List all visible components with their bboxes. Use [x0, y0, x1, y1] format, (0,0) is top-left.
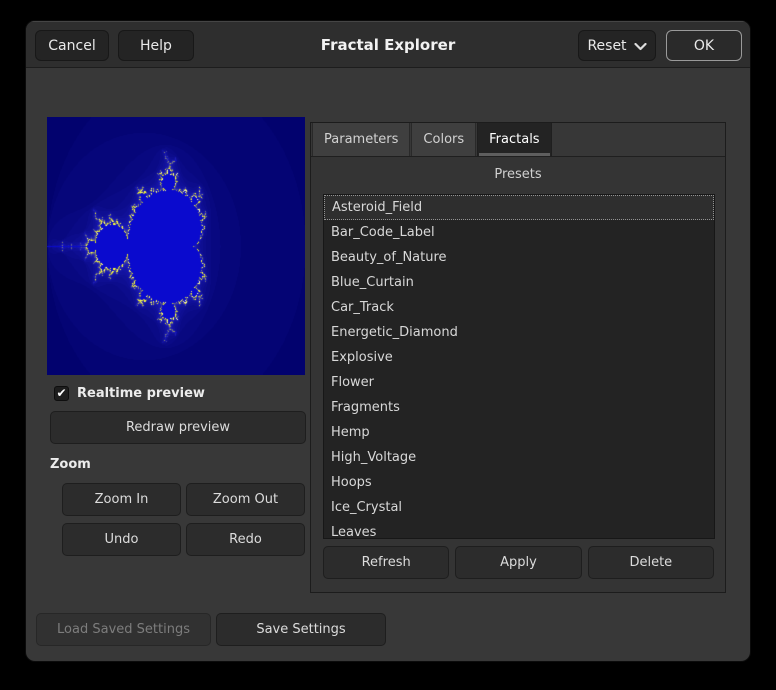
apply-button[interactable]: Apply — [455, 546, 581, 579]
preset-item[interactable]: Hoops — [324, 470, 714, 495]
preset-item[interactable]: Hemp — [324, 420, 714, 445]
preset-list[interactable]: Asteroid_FieldBar_Code_LabelBeauty_of_Na… — [323, 194, 715, 539]
delete-button[interactable]: Delete — [588, 546, 714, 579]
preset-item[interactable]: Bar_Code_Label — [324, 220, 714, 245]
redraw-preview-button[interactable]: Redraw preview — [50, 411, 306, 444]
tab-fractals[interactable]: Fractals — [477, 123, 551, 156]
settings-notebook: Parameters Colors Fractals Presets Aster… — [310, 122, 726, 593]
preset-actions-row: Refresh Apply Delete — [323, 546, 714, 579]
undo-button[interactable]: Undo — [62, 523, 181, 556]
realtime-preview-label: Realtime preview — [77, 386, 205, 401]
preset-item[interactable]: Energetic_Diamond — [324, 320, 714, 345]
title-bar[interactable]: Fractal Explorer Cancel Help Reset OK — [26, 21, 750, 68]
zoom-out-button[interactable]: Zoom Out — [186, 483, 305, 516]
ok-button[interactable]: OK — [666, 30, 742, 61]
zoom-in-button[interactable]: Zoom In — [62, 483, 181, 516]
zoom-section-label: Zoom — [50, 457, 91, 472]
fractal-explorer-dialog: Fractal Explorer Cancel Help Reset OK ✔ … — [26, 21, 750, 661]
reset-button[interactable]: Reset — [578, 30, 656, 61]
reset-button-label: Reset — [587, 38, 626, 54]
tab-strip: Parameters Colors Fractals — [311, 123, 725, 157]
preset-item[interactable]: High_Voltage — [324, 445, 714, 470]
help-button[interactable]: Help — [118, 30, 194, 61]
preset-item[interactable]: Flower — [324, 370, 714, 395]
preset-item[interactable]: Leaves — [324, 520, 714, 539]
chevron-down-icon — [634, 43, 647, 51]
preset-item[interactable]: Explosive — [324, 345, 714, 370]
redo-button[interactable]: Redo — [186, 523, 305, 556]
realtime-preview-checkbox[interactable]: ✔ — [54, 386, 69, 401]
tab-parameters[interactable]: Parameters — [312, 123, 410, 156]
preset-item[interactable]: Car_Track — [324, 295, 714, 320]
refresh-button[interactable]: Refresh — [323, 546, 449, 579]
preset-item[interactable]: Ice_Crystal — [324, 495, 714, 520]
preset-item[interactable]: Fragments — [324, 395, 714, 420]
presets-heading: Presets — [311, 157, 725, 182]
fractal-preview-canvas[interactable] — [47, 117, 305, 375]
cancel-button[interactable]: Cancel — [35, 30, 109, 61]
save-settings-button[interactable]: Save Settings — [216, 613, 386, 646]
preset-item[interactable]: Asteroid_Field — [324, 195, 714, 220]
fractal-preview[interactable] — [47, 117, 305, 375]
tab-colors[interactable]: Colors — [411, 123, 476, 156]
preset-item[interactable]: Beauty_of_Nature — [324, 245, 714, 270]
load-saved-settings-button[interactable]: Load Saved Settings — [36, 613, 211, 646]
preset-item[interactable]: Blue_Curtain — [324, 270, 714, 295]
realtime-preview-row: ✔ Realtime preview — [54, 384, 205, 402]
